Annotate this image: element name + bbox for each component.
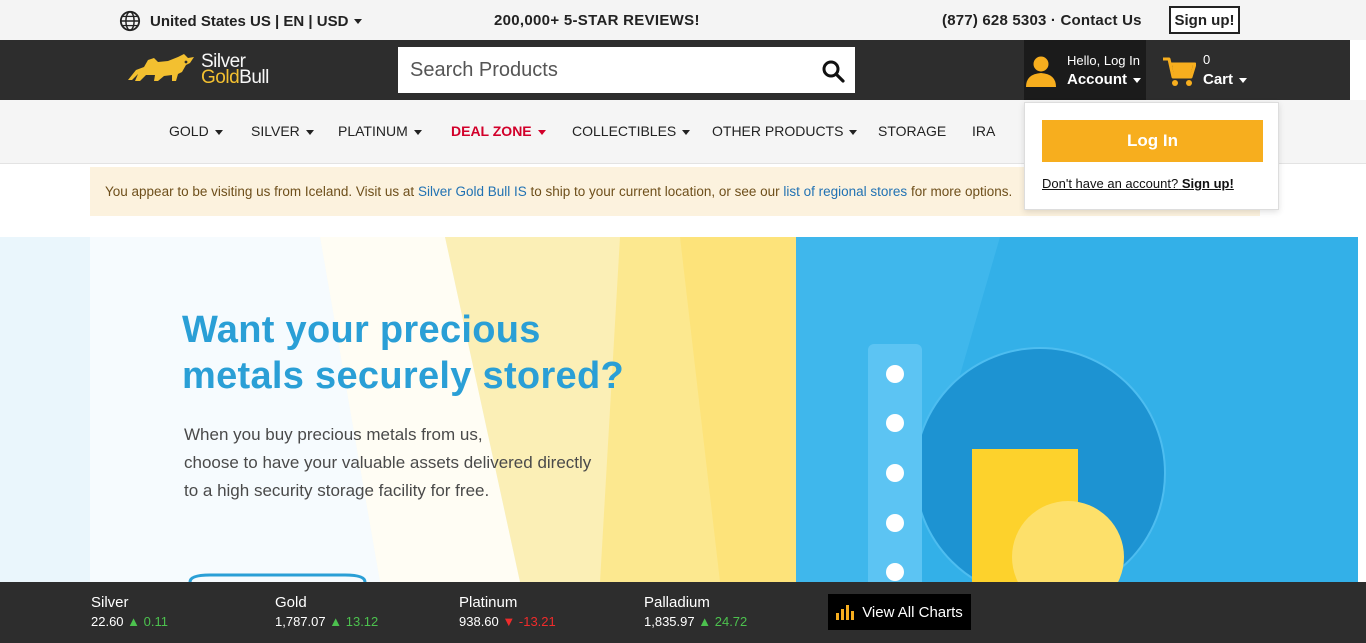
nav-item-label: OTHER PRODUCTS (712, 123, 844, 139)
up-arrow-icon: ▲ (698, 614, 712, 629)
view-all-charts-label: View All Charts (862, 603, 963, 621)
ticker-name: Palladium (644, 594, 710, 611)
chevron-down-icon (682, 129, 691, 135)
contact-link[interactable]: (877) 628 5303 · Contact Us (942, 12, 1142, 29)
search-icon[interactable] (821, 59, 845, 83)
chevron-down-icon (214, 129, 223, 135)
ticker-change: 0.11 (143, 614, 169, 629)
notice-text-1: You appear to be visiting us from Icelan… (105, 184, 418, 199)
chevron-down-icon (1239, 77, 1248, 83)
reviews-banner: 200,000+ 5-STAR REVIEWS! (494, 12, 700, 29)
nav-item-label: PLATINUM (338, 123, 408, 139)
account-label: Account (1067, 71, 1141, 88)
ticker-item-gold[interactable]: Gold 1,787.07 ▲ 13.12 (275, 594, 378, 629)
cart-icon (1163, 57, 1196, 86)
up-arrow-icon: ▲ (127, 614, 141, 629)
signup-prompt[interactable]: Don't have an account? Sign up! (1042, 176, 1234, 191)
logo-text-gold-bull: GoldBull (201, 67, 269, 89)
ticker-item-platinum[interactable]: Platinum 938.60 ▼ -13.21 (459, 594, 556, 629)
ticker-price: 1,787.07 (275, 614, 326, 629)
regional-site-link[interactable]: Silver Gold Bull IS (418, 184, 527, 199)
down-arrow-icon: ▼ (502, 614, 516, 629)
chevron-down-icon (537, 129, 546, 135)
nav-item-collectibles[interactable]: COLLECTIBLES (572, 123, 691, 139)
view-all-charts-button[interactable]: View All Charts (828, 594, 971, 630)
search-bar (398, 47, 855, 93)
account-greeting: Hello, Log In (1067, 53, 1140, 68)
nav-item-label: COLLECTIBLES (572, 123, 677, 139)
ticker-values: 1,835.97 ▲ 24.72 (644, 614, 747, 629)
no-account-text: Don't have an account? (1042, 176, 1179, 191)
nav-item-storage[interactable]: STORAGE (878, 123, 946, 139)
login-button[interactable]: Log In (1042, 120, 1263, 162)
ticker-price: 1,835.97 (644, 614, 695, 629)
cart-menu[interactable]: 0 Cart (1162, 52, 1262, 92)
bull-logo-icon (128, 54, 194, 81)
cart-label-text: Cart (1203, 71, 1234, 88)
account-menu[interactable]: Hello, Log In Account (1024, 40, 1146, 102)
ticker-values: 938.60 ▼ -13.21 (459, 614, 556, 629)
hero-banner: Want your precious metals securely store… (0, 237, 1358, 582)
hero-title: Want your precious metals securely store… (182, 307, 702, 399)
globe-icon (119, 10, 141, 32)
ticker-name: Gold (275, 594, 307, 611)
hero-description: When you buy precious metals from us, ch… (184, 421, 654, 505)
nav-item-platinum[interactable]: PLATINUM (338, 123, 422, 139)
logo[interactable]: Silver GoldBull (124, 50, 294, 92)
ticker-change: 24.72 (714, 614, 748, 629)
nav-item-label: SILVER (251, 123, 300, 139)
ticker-name: Silver (91, 594, 129, 611)
hero-illustration (0, 237, 1358, 582)
ticker-values: 22.60 ▲ 0.11 (91, 614, 168, 629)
nav-item-gold[interactable]: GOLD (169, 123, 223, 139)
logo-text-gold: Gold (201, 67, 240, 88)
chevron-down-icon (1133, 77, 1141, 83)
price-ticker: Silver 22.60 ▲ 0.11 Gold 1,787.07 ▲ 13.1… (0, 582, 1366, 643)
top-bar: United States US | EN | USD 200,000+ 5-S… (0, 0, 1366, 40)
ticker-item-palladium[interactable]: Palladium 1,835.97 ▲ 24.72 (644, 594, 747, 629)
regional-stores-link[interactable]: list of regional stores (783, 184, 907, 199)
hero-text-line: When you buy precious metals from us, (184, 425, 483, 444)
ticker-price: 938.60 (459, 614, 499, 629)
account-label-text: Account (1067, 71, 1127, 88)
account-dropdown: Log In Don't have an account? Sign up! (1024, 102, 1279, 210)
dropdown-signup-link[interactable]: Sign up! (1182, 176, 1234, 191)
ticker-item-silver[interactable]: Silver 22.60 ▲ 0.11 (91, 594, 168, 629)
search-input[interactable] (398, 47, 798, 93)
hero-text-line: to a high security storage facility for … (184, 481, 490, 500)
notice-text-2: to ship to your current location, or see… (526, 184, 784, 199)
hero-title-line: metals securely stored? (182, 355, 624, 397)
cart-count: 0 (1203, 52, 1211, 67)
chevron-down-icon (305, 129, 314, 135)
bar-chart-icon (836, 605, 855, 620)
signup-button[interactable]: Sign up! (1169, 6, 1240, 34)
ticker-price: 22.60 (91, 614, 124, 629)
chevron-down-icon (413, 129, 422, 135)
hero-text-line: choose to have your valuable assets deli… (184, 453, 592, 472)
nav-item-label: DEAL ZONE (451, 123, 532, 139)
nav-item-label: IRA (972, 123, 996, 139)
nav-item-label: GOLD (169, 123, 209, 139)
main-header: Silver GoldBull Hello, Log In Account 0 … (0, 40, 1350, 102)
chevron-down-icon (354, 18, 363, 24)
chevron-down-icon (849, 129, 858, 135)
nav-item-ira[interactable]: IRA (972, 123, 995, 139)
logo-text-bull: Bull (239, 67, 269, 88)
ticker-name: Platinum (459, 594, 518, 611)
up-arrow-icon: ▲ (329, 614, 343, 629)
locale-label: United States US | EN | USD (150, 12, 349, 30)
user-icon (1026, 56, 1056, 87)
ticker-change: -13.21 (518, 614, 556, 629)
region-notice-text: You appear to be visiting us from Icelan… (105, 184, 1012, 199)
nav-item-silver[interactable]: SILVER (251, 123, 314, 139)
ticker-change: 13.12 (345, 614, 379, 629)
nav-item-other-products[interactable]: OTHER PRODUCTS (712, 123, 858, 139)
notice-text-3: for more options. (907, 184, 1013, 199)
locale-selector[interactable]: United States US | EN | USD (119, 10, 363, 32)
nav-item-deal-zone[interactable]: DEAL ZONE (451, 123, 546, 139)
nav-item-label: STORAGE (878, 123, 947, 139)
cart-label: Cart (1203, 71, 1248, 88)
ticker-values: 1,787.07 ▲ 13.12 (275, 614, 378, 629)
hero-title-line: Want your precious (182, 309, 541, 351)
